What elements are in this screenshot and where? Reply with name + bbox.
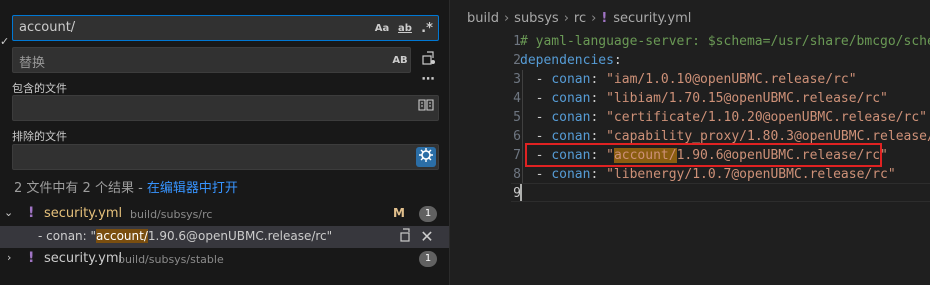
result-count-text: 2 文件中有 2 个结果 -	[14, 181, 147, 196]
yaml-file-icon: !	[28, 205, 35, 221]
code-line[interactable]: 3 - conan: "iam/1.0.10@openUBMC.release/…	[451, 70, 930, 89]
editor-pane[interactable]: build › subsys › rc ›! security.yml 1 # yaml-l…	[451, 0, 930, 285]
regex-toggle[interactable]: .*	[418, 20, 436, 38]
replace-all-icon[interactable]	[419, 50, 439, 70]
match-highlight: account/	[96, 229, 148, 243]
chevron-right-icon: ›	[591, 11, 597, 26]
code-line[interactable]: 8 - conan: "libenergy/1.0.7@openUBMC.rel…	[451, 165, 930, 184]
yaml-string: "certificate/1.10.20@openUBMC.release/rc…	[606, 110, 928, 125]
code-line[interactable]: 1 # yaml-language-server: $schema=/usr/s…	[451, 32, 930, 51]
yaml-file-icon: !	[28, 250, 35, 266]
include-label: 包含的文件	[12, 82, 67, 95]
chevron-right-icon[interactable]: ›	[7, 251, 11, 264]
search-input[interactable]: account/ Aa ab .*	[12, 15, 439, 41]
breadcrumb-item[interactable]: rc	[574, 11, 586, 26]
yaml-key: conan	[551, 72, 591, 87]
yaml-string: "libiam/1.70.15@openUBMC.release/rc"	[606, 91, 888, 106]
yaml-comment: # yaml-language-server: $schema=/usr/sha…	[520, 34, 930, 49]
result-match-row[interactable]: - conan: "account/1.90.6@openUBMC.releas…	[0, 226, 449, 248]
code-line[interactable]: 4 - conan: "libiam/1.70.15@openUBMC.rele…	[451, 89, 930, 108]
search-panel: ✓ account/ Aa ab .* 替换 AB ⋯ 包含的文件 排除的文件 …	[0, 0, 450, 285]
result-file-name: security.yml	[44, 206, 123, 221]
ellipsis-icon[interactable]: ⋯	[418, 70, 438, 90]
code-line[interactable]: 5 - conan: "certificate/1.10.20@openUBMC…	[451, 108, 930, 127]
line-number: 9	[513, 186, 521, 201]
include-input[interactable]	[12, 95, 439, 121]
yaml-key: conan	[551, 91, 591, 106]
chevron-right-icon: ›	[503, 11, 510, 26]
code-line[interactable]: 9	[451, 184, 930, 203]
use-exclude-settings-icon[interactable]	[416, 147, 436, 167]
line-number: 8	[513, 167, 521, 182]
line-number: 7	[513, 148, 521, 163]
replace-placeholder: 替换	[19, 56, 46, 71]
chevron-down-icon[interactable]: ⌄	[4, 206, 13, 219]
yaml-string: "capability_proxy/1.80.3@openUBMC.releas…	[606, 129, 930, 144]
yaml-string: "libenergy/1.0.7@openUBMC.release/rc"	[606, 167, 896, 182]
yaml-key: conan	[551, 110, 591, 125]
dismiss-match-icon[interactable]: ✕	[417, 227, 437, 247]
modified-badge: M	[393, 206, 405, 220]
line-number: 5	[513, 110, 521, 125]
preserve-case-toggle[interactable]: AB	[392, 52, 408, 70]
yaml-file-icon: !	[601, 11, 608, 26]
exclude-label: 排除的文件	[12, 130, 67, 143]
result-file-row[interactable]: › ! security.yml build/subsys/stable 1	[0, 248, 449, 270]
open-in-editor-link[interactable]: 在编辑器中打开	[147, 181, 238, 196]
breadcrumb: build › subsys › rc ›! security.yml	[467, 11, 691, 26]
replace-input[interactable]: 替换 AB	[12, 47, 411, 73]
match-count-badge: 1	[419, 251, 437, 267]
line-number: 3	[513, 72, 521, 87]
yaml-key: conan	[551, 129, 591, 144]
yaml-key: conan	[551, 167, 591, 182]
result-file-path: build/subsys/stable	[118, 253, 224, 266]
match-case-toggle[interactable]: Aa	[374, 20, 390, 38]
chevron-right-icon: ›	[563, 11, 569, 26]
breadcrumb-item[interactable]: security.yml	[613, 11, 691, 26]
line-number: 2	[513, 53, 521, 68]
whole-word-toggle[interactable]: ab	[396, 20, 414, 38]
open-editors-only-icon[interactable]	[416, 98, 436, 118]
match-count-badge: 1	[419, 206, 437, 222]
breadcrumb-item[interactable]: build	[467, 11, 499, 26]
breadcrumb-item[interactable]: subsys	[514, 11, 559, 26]
match-preview: - conan: "account/1.90.6@openUBMC.releas…	[38, 229, 333, 243]
line-number: 4	[513, 91, 521, 106]
search-input-value: account/	[19, 20, 76, 35]
result-summary: 2 文件中有 2 个结果 - 在编辑器中打开	[14, 177, 238, 196]
exclude-input[interactable]	[12, 144, 439, 170]
annotation-box	[525, 143, 882, 167]
replace-match-icon[interactable]	[395, 227, 415, 247]
code-line[interactable]: 2 dependencies:	[451, 51, 930, 70]
result-file-name: security.yml	[44, 251, 123, 266]
line-number: 6	[513, 129, 521, 144]
line-number: 1	[513, 34, 521, 49]
yaml-key: dependencies	[520, 53, 614, 68]
replace-toggle-icon[interactable]: ✓	[0, 35, 9, 48]
text-cursor	[520, 184, 522, 201]
result-file-row[interactable]: ⌄ ! security.yml build/subsys/rc M 1	[0, 203, 449, 225]
result-file-path: build/subsys/rc	[130, 208, 213, 221]
yaml-string: "iam/1.0.10@openUBMC.release/rc"	[606, 72, 857, 87]
